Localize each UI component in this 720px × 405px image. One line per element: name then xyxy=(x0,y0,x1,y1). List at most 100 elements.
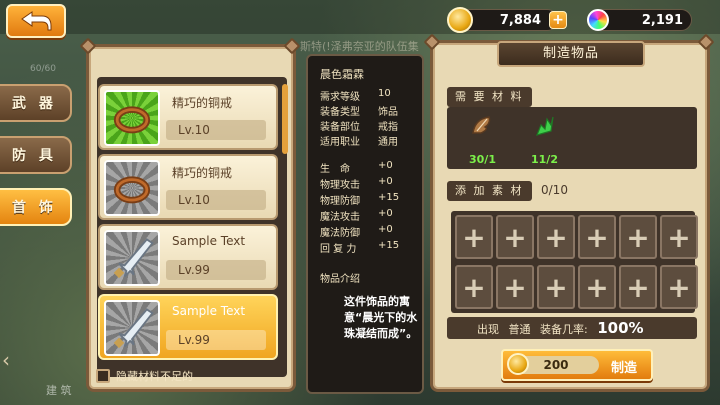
list-item[interactable]: 精巧的铜戒 Lv.10 xyxy=(98,154,278,220)
plus-icon: + xyxy=(585,270,609,304)
hide-insufficient-toggle[interactable]: 隐藏材料不足的 xyxy=(96,368,193,384)
stat-value: +0 xyxy=(378,160,393,171)
plus-icon: + xyxy=(544,220,568,254)
craft-panel: 制造物品 需 要 材 料 30/1 11/2 添 加 素 材 0/10 + + … xyxy=(430,40,710,392)
item-detail-panel: 晨色霜霖 需求等级 10 装备类型 饰品 装备部位 戒指 适用职业 通用 生 命 +0 物… xyxy=(306,54,424,394)
tab-weapons[interactable]: 武 器 xyxy=(0,84,72,122)
material-slot[interactable]: + xyxy=(578,215,616,259)
attr-row: 装备类型 饰品 xyxy=(320,103,398,118)
attr-row: 适用职业 通用 xyxy=(320,133,398,148)
attr-value: 戒指 xyxy=(378,122,398,133)
material-slot[interactable]: + xyxy=(619,265,657,309)
background-notice: 斯特(!泽弗奈亚的队伍集 xyxy=(300,40,419,53)
gold-amount: 7,884 xyxy=(499,12,541,28)
list-item[interactable]: Sample Text Lv.99 xyxy=(98,224,278,290)
background-counter: 60/60 xyxy=(30,64,56,74)
rate-quality: 普通 xyxy=(508,323,531,336)
material-slot[interactable]: + xyxy=(660,215,698,259)
attr-value: 10 xyxy=(378,88,391,99)
materials-label: 需 要 材 料 xyxy=(447,87,532,107)
back-arrow-icon xyxy=(21,11,52,31)
stat-key: 物理防御 xyxy=(320,196,360,207)
craft-button[interactable]: 200 制造 xyxy=(501,349,653,381)
item-name: 精巧的铜戒 xyxy=(172,166,233,180)
plus-icon: + xyxy=(462,220,486,254)
stat-key: 回 复 力 xyxy=(320,244,357,255)
material-slot[interactable]: + xyxy=(537,265,575,309)
plus-icon: + xyxy=(626,270,650,304)
material-slot-grid: + + + + + + + + + + + + xyxy=(451,211,698,313)
back-button[interactable] xyxy=(6,4,66,38)
material-count: 30/1 xyxy=(469,153,496,166)
item-level: Lv.99 xyxy=(166,330,266,350)
stat-key: 魔法攻击 xyxy=(320,212,360,223)
tab-armor[interactable]: 防 具 xyxy=(0,136,72,174)
material-slot[interactable]: + xyxy=(455,265,493,309)
sword-icon xyxy=(104,230,160,286)
wing-material-icon xyxy=(472,116,491,134)
material-slot[interactable]: + xyxy=(455,215,493,259)
attr-key: 装备类型 xyxy=(320,107,360,118)
item-list-scrollbar[interactable] xyxy=(282,84,288,154)
list-item-selected[interactable]: Sample Text Lv.99 xyxy=(98,294,278,360)
stat-value: +0 xyxy=(378,176,393,187)
craft-cost-value: 200 xyxy=(543,358,569,372)
gold-coin-icon xyxy=(507,353,529,375)
material-count: 11/2 xyxy=(531,153,558,166)
gold-counter: 7,884 + xyxy=(447,7,567,33)
item-level: Lv.10 xyxy=(166,190,266,210)
plus-icon: + xyxy=(667,270,691,304)
material-slot[interactable]: + xyxy=(578,265,616,309)
rate-label: 装备几率: xyxy=(540,323,588,336)
attr-row: 装备部位 戒指 xyxy=(320,118,398,133)
material-slot[interactable]: + xyxy=(537,215,575,259)
stat-value: +0 xyxy=(378,224,393,235)
tab-armor-label: 防 具 xyxy=(12,148,57,164)
add-material-label: 添 加 素 材 xyxy=(447,181,532,201)
item-name: 精巧的铜戒 xyxy=(172,96,233,110)
ring-icon xyxy=(104,90,160,146)
hide-checkbox[interactable] xyxy=(96,369,110,383)
plus-icon: + xyxy=(626,220,650,254)
craft-cost: 200 xyxy=(507,353,599,375)
hide-label: 隐藏材料不足的 xyxy=(116,370,193,383)
rate-value: 100% xyxy=(597,319,644,337)
attr-value: 饰品 xyxy=(378,107,398,118)
gem-counter: 2,191 xyxy=(582,4,692,36)
item-intro-label: 物品介绍 xyxy=(320,274,360,285)
left-chevron-icon[interactable]: ‹ xyxy=(2,348,18,372)
material-slot[interactable]: + xyxy=(660,265,698,309)
plus-icon: + xyxy=(503,270,527,304)
attr-value: 通用 xyxy=(378,137,398,148)
list-item[interactable]: 精巧的铜戒 Lv.10 xyxy=(98,84,278,150)
item-description: 这件饰品的寓意“晨光下的水珠凝结而成”。 xyxy=(344,295,418,340)
material-item[interactable] xyxy=(531,113,557,142)
stat-value: +0 xyxy=(378,208,393,219)
item-level: Lv.99 xyxy=(166,260,266,280)
material-slot[interactable]: + xyxy=(496,215,534,259)
add-gold-button[interactable]: + xyxy=(549,11,567,29)
background-building-label: 建 筑 xyxy=(46,384,72,397)
plus-icon: + xyxy=(544,270,568,304)
stat-row: 物理攻击 +0 xyxy=(320,176,393,191)
attr-key: 适用职业 xyxy=(320,137,360,148)
sword-icon xyxy=(104,300,160,356)
ring-icon xyxy=(104,160,160,216)
plus-icon: + xyxy=(503,220,527,254)
plus-icon: + xyxy=(585,220,609,254)
stat-row: 物理防御 +15 xyxy=(320,192,399,207)
stat-value: +15 xyxy=(378,192,400,203)
material-slot[interactable]: + xyxy=(619,215,657,259)
item-title: 晨色霜霖 xyxy=(320,68,364,81)
item-name: Sample Text xyxy=(172,304,246,318)
item-name: Sample Text xyxy=(172,234,246,248)
rate-prefix: 出现 xyxy=(477,323,499,336)
stat-row: 回 复 力 +15 xyxy=(320,240,399,255)
stat-row: 魔法攻击 +0 xyxy=(320,208,393,223)
tab-accessories[interactable]: 首 饰 xyxy=(0,188,72,226)
attr-key: 装备部位 xyxy=(320,122,360,133)
material-item[interactable] xyxy=(469,113,495,142)
success-rate-bar: 出现 普通 装备几率: 100% xyxy=(447,317,697,339)
plus-icon: + xyxy=(462,270,486,304)
material-slot[interactable]: + xyxy=(496,265,534,309)
